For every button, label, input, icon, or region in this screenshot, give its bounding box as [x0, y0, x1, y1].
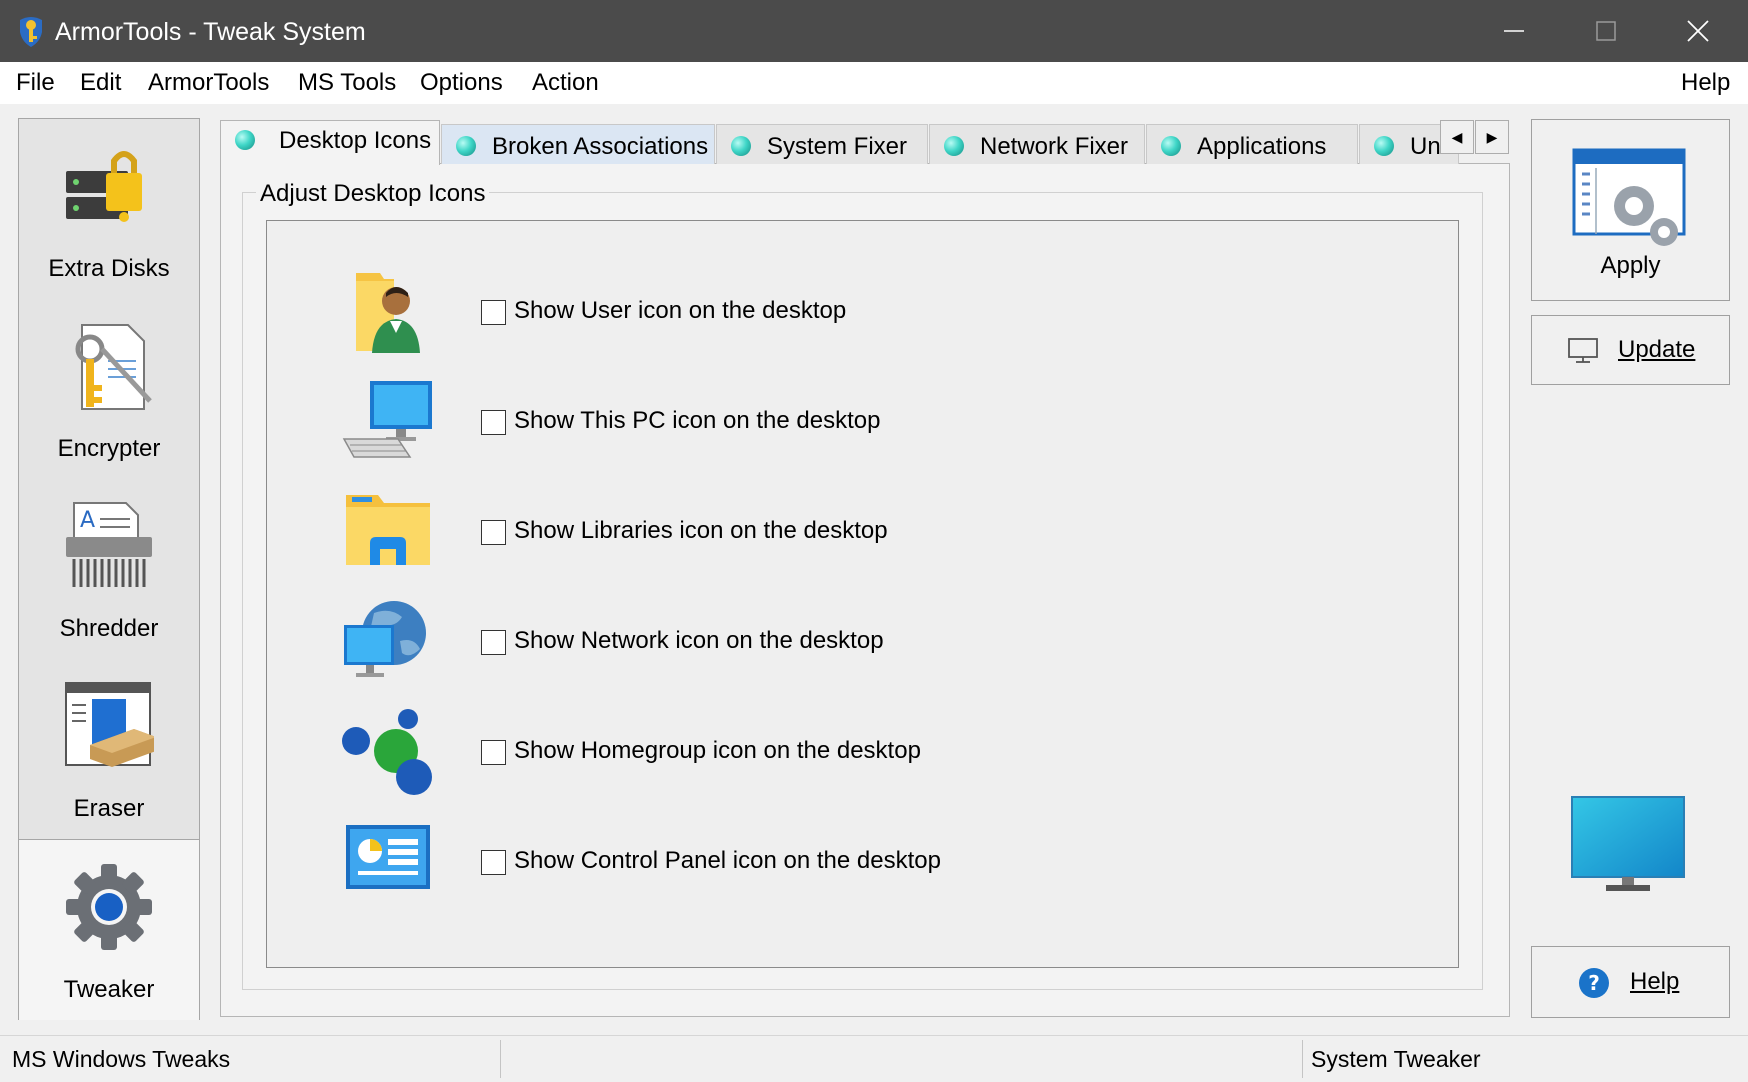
sidebar-item-tweaker[interactable]: Tweaker	[19, 839, 199, 1020]
tab-status-dot-icon	[235, 130, 255, 150]
tab-network-fixer[interactable]: Network Fixer	[929, 124, 1145, 164]
close-icon	[1687, 20, 1709, 42]
option-label[interactable]: Show Control Panel icon on the desktop	[514, 847, 941, 875]
status-divider	[500, 1040, 501, 1078]
document-key-icon	[75, 324, 152, 410]
tab-label: Applications	[1197, 133, 1327, 160]
tab-label: Network Fixer	[980, 133, 1129, 160]
control-panel-icon-checkbox[interactable]	[481, 850, 506, 875]
sidebar: Extra Disks Encrypter A Shredder Eraser …	[18, 118, 200, 1020]
update-label: Update	[1618, 336, 1696, 363]
option-label[interactable]: Show Libraries icon on the desktop	[514, 517, 888, 545]
minimize-icon	[1504, 30, 1524, 32]
tab-system-fixer[interactable]: System Fixer	[716, 124, 928, 164]
status-left-text: MS Windows Tweaks	[12, 1046, 231, 1072]
tab-desktop-icons[interactable]: Desktop Icons	[220, 120, 440, 165]
option-row-control-panel: Show Control Panel icon on the desktop	[340, 817, 1140, 907]
settings-window-icon	[1572, 148, 1686, 246]
network-icon-checkbox[interactable]	[481, 630, 506, 655]
tab-scroll-right-button[interactable]: ▶	[1475, 120, 1509, 154]
tab-status-dot-icon	[731, 136, 751, 156]
svg-text:?: ?	[1588, 971, 1600, 995]
option-label[interactable]: Show This PC icon on the desktop	[514, 407, 880, 435]
menu-ms-tools[interactable]: MS Tools	[298, 69, 396, 97]
option-row-homegroup: Show Homegroup icon on the desktop	[340, 707, 1140, 797]
menu-file[interactable]: File	[16, 69, 55, 97]
option-label[interactable]: Show User icon on the desktop	[514, 297, 846, 325]
tab-scroll-left-button[interactable]: ◀	[1440, 120, 1474, 154]
status-bar: MS Windows Tweaks System Tweaker	[0, 1035, 1748, 1082]
status-right-text: System Tweaker	[1311, 1046, 1481, 1072]
arrow-right-icon: ▶	[1486, 128, 1498, 145]
window-title: ArmorTools - Tweak System	[55, 18, 366, 46]
menu-options[interactable]: Options	[420, 69, 503, 97]
network-icon	[344, 601, 426, 677]
group-title: Adjust Desktop Icons	[256, 180, 490, 208]
this-pc-icon	[342, 381, 432, 458]
eraser-icon	[65, 682, 154, 767]
tab-broken-associations[interactable]: Broken Associations	[441, 124, 715, 164]
homegroup-icon	[342, 709, 432, 795]
sidebar-item-label: Eraser	[73, 795, 145, 822]
tab-status-dot-icon	[1374, 136, 1394, 156]
tab-status-dot-icon	[944, 136, 964, 156]
tab-label: Broken Associations	[492, 133, 709, 160]
menu-armortools[interactable]: ArmorTools	[148, 69, 269, 97]
user-icon-checkbox[interactable]	[481, 300, 506, 325]
title-bar[interactable]: ArmorTools - Tweak System	[0, 0, 1748, 62]
gear-icon	[66, 864, 152, 950]
maximize-button[interactable]	[1560, 0, 1652, 62]
help-label: Help	[1630, 968, 1680, 995]
minimize-button[interactable]	[1468, 0, 1560, 62]
option-label[interactable]: Show Homegroup icon on the desktop	[514, 737, 921, 765]
menu-help[interactable]: Help	[1681, 69, 1730, 97]
maximize-icon	[1596, 21, 1616, 41]
sidebar-item-label: Encrypter	[57, 435, 161, 462]
option-row-network: Show Network icon on the desktop	[340, 597, 1140, 687]
tab-strip: Desktop Icons Broken Associations System…	[220, 120, 1510, 165]
disk-lock-icon	[66, 151, 142, 222]
tab-label: Desktop Icons	[279, 127, 432, 154]
help-circle-icon: ?	[1579, 968, 1609, 998]
status-divider	[1302, 1040, 1303, 1078]
tab-label: System Fixer	[767, 133, 908, 160]
sidebar-item-encrypter[interactable]: Encrypter	[19, 299, 199, 479]
app-window: ArmorTools - Tweak System File Edit Armo…	[0, 0, 1748, 1082]
close-button[interactable]	[1652, 0, 1744, 62]
sidebar-item-label: Tweaker	[63, 976, 155, 1003]
tab-applications[interactable]: Applications	[1146, 124, 1358, 164]
option-label[interactable]: Show Network icon on the desktop	[514, 627, 884, 655]
menu-action[interactable]: Action	[532, 69, 599, 97]
tab-status-dot-icon	[1161, 136, 1181, 156]
this-pc-icon-checkbox[interactable]	[481, 410, 506, 435]
user-folder-icon	[356, 273, 420, 353]
monitor-icon	[1568, 338, 1598, 363]
option-row-libraries: Show Libraries icon on the desktop	[340, 487, 1140, 577]
sidebar-item-label: Shredder	[59, 615, 159, 642]
sidebar-item-shredder[interactable]: A Shredder	[19, 479, 199, 659]
arrow-left-icon: ◀	[1451, 128, 1463, 145]
option-row-this-pc: Show This PC icon on the desktop	[340, 377, 1140, 467]
sidebar-item-eraser[interactable]: Eraser	[19, 659, 199, 839]
help-button[interactable]: ? Help	[1531, 946, 1730, 1018]
option-row-user: Show User icon on the desktop	[340, 267, 1140, 357]
armortools-key-icon	[20, 17, 42, 47]
update-button[interactable]: Update	[1531, 315, 1730, 385]
menu-edit[interactable]: Edit	[80, 69, 121, 97]
sidebar-item-extra-disks[interactable]: Extra Disks	[19, 119, 199, 299]
sidebar-item-label: Extra Disks	[48, 255, 170, 282]
menu-bar: File Edit ArmorTools MS Tools Options Ac…	[0, 62, 1748, 104]
apply-button[interactable]: Apply	[1531, 119, 1730, 301]
shredder-icon: A	[66, 502, 152, 587]
tab-status-dot-icon	[456, 136, 476, 156]
control-panel-icon	[346, 825, 430, 889]
svg-text:A: A	[80, 508, 95, 533]
libraries-icon	[346, 495, 430, 565]
display-monitor-icon	[1571, 796, 1685, 891]
homegroup-icon-checkbox[interactable]	[481, 740, 506, 765]
libraries-icon-checkbox[interactable]	[481, 520, 506, 545]
apply-label: Apply	[1600, 252, 1661, 279]
